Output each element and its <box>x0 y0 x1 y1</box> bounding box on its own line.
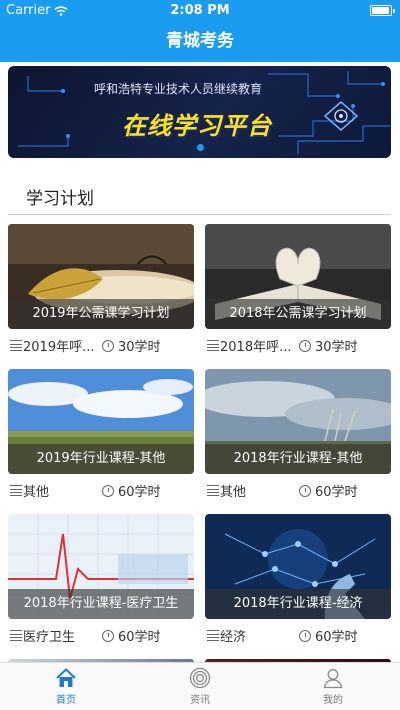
plan-category-label: 其他 <box>220 485 247 500</box>
plan-hours-label: 60学时 <box>118 630 161 645</box>
plan-category-label: 2018年呼... <box>220 340 292 355</box>
document-icon <box>207 485 219 496</box>
plan-card-meta: 其他 60学时 <box>10 479 196 500</box>
plan-card[interactable]: 2019年行业课程-其他其他 60学时 <box>8 369 194 509</box>
plan-hours: 30学时 <box>299 336 358 355</box>
plan-hours-label: 30学时 <box>118 340 161 355</box>
plan-card-caption: 2018年行业课程-其他 <box>205 444 391 474</box>
section-divider <box>8 214 391 215</box>
home-icon <box>56 668 76 687</box>
plan-card[interactable]: 2018年行业课程-经济经济 60学时 <box>205 514 391 654</box>
profile-icon <box>323 669 343 689</box>
plan-card-meta: 经济 60学时 <box>207 624 393 645</box>
plan-card-meta: 2019年呼... 30学时 <box>10 334 196 355</box>
plan-card-image: 2018年公需课学习计划 <box>205 224 391 329</box>
plan-hours: 60学时 <box>299 626 358 645</box>
section-title: 学习计划 <box>26 189 94 209</box>
clock-icon <box>102 484 114 497</box>
plan-category-label: 其他 <box>23 485 50 500</box>
plan-category: 2018年呼... <box>207 336 291 355</box>
plan-card[interactable]: 2019年公需课学习计划 2019年呼... 30学时 <box>8 224 194 364</box>
plan-card-meta: 其他 60学时 <box>207 479 393 500</box>
status-bar: Carrier 2:08 PM <box>0 0 400 20</box>
plan-card-image: 2019年行业课程-其他 <box>8 369 194 474</box>
plan-hours-label: 60学时 <box>315 630 358 645</box>
plan-category: 医疗卫生 <box>10 626 75 645</box>
plan-card-meta: 2018年呼... 30学时 <box>207 334 393 355</box>
plan-card-meta: 医疗卫生 60学时 <box>10 624 196 645</box>
plan-category-label: 经济 <box>220 630 247 645</box>
clock-icon <box>299 484 311 497</box>
banner-page-indicator <box>197 144 204 151</box>
plan-category: 其他 <box>207 481 246 500</box>
clock-icon <box>102 629 114 642</box>
tab-news[interactable]: 资讯 <box>160 667 240 706</box>
clock-icon <box>102 339 114 352</box>
news-icon <box>189 667 211 689</box>
document-icon <box>207 340 219 351</box>
plan-card-caption: 2018年公需课学习计划 <box>205 299 391 329</box>
clock-icon <box>299 339 311 352</box>
plan-card-image: 2018年行业课程-其他 <box>205 369 391 474</box>
plan-card-caption: 2019年行业课程-其他 <box>8 444 194 474</box>
plan-hours-label: 60学时 <box>118 485 161 500</box>
battery-icon <box>370 5 395 16</box>
plan-card[interactable]: 2018年行业课程-医疗卫生医疗卫生 60学时 <box>8 514 194 654</box>
plan-category: 其他 <box>10 481 49 500</box>
plan-card-image: 2018年行业课程-医疗卫生 <box>8 514 194 619</box>
clock-icon <box>299 629 311 642</box>
plan-hours: 30学时 <box>102 336 161 355</box>
document-icon <box>10 485 22 496</box>
plan-card-caption: 2019年公需课学习计划 <box>8 299 194 329</box>
plan-card-caption: 2018年行业课程-医疗卫生 <box>8 589 194 619</box>
banner-title: 在线学习平台 <box>122 112 272 140</box>
tab-home[interactable]: 首页 <box>26 667 106 706</box>
plan-card[interactable]: 2018年公需课学习计划 2018年呼... 30学时 <box>205 224 391 364</box>
tab-bar: 首页 资讯 我的 <box>0 662 400 710</box>
nav-title: 青城考务 <box>0 20 400 62</box>
tab-news-label: 资讯 <box>190 695 210 706</box>
banner-subtitle: 呼和浩特专业技术人员继续教育 <box>94 82 263 96</box>
document-icon <box>10 630 22 641</box>
plan-hours: 60学时 <box>102 626 161 645</box>
plan-card-caption: 2018年行业课程-经济 <box>205 589 391 619</box>
plan-hours: 60学时 <box>102 481 161 500</box>
plan-category-label: 医疗卫生 <box>23 630 76 645</box>
plan-card-image: 2018年行业课程-经济 <box>205 514 391 619</box>
tab-profile[interactable]: 我的 <box>293 667 373 706</box>
document-icon <box>207 630 219 641</box>
tab-profile-label: 我的 <box>323 695 343 706</box>
status-time: 2:08 PM <box>170 3 230 18</box>
plan-card-image: 2019年公需课学习计划 <box>8 224 194 329</box>
plan-category: 经济 <box>207 626 246 645</box>
plan-hours-label: 30学时 <box>315 340 358 355</box>
document-icon <box>10 340 22 351</box>
plan-category: 2019年呼... <box>10 336 94 355</box>
tab-home-label: 首页 <box>56 695 76 706</box>
plan-category-label: 2019年呼... <box>23 340 95 355</box>
plan-card[interactable]: 2018年行业课程-其他其他 60学时 <box>205 369 391 509</box>
plan-hours: 60学时 <box>299 481 358 500</box>
plan-hours-label: 60学时 <box>315 485 358 500</box>
